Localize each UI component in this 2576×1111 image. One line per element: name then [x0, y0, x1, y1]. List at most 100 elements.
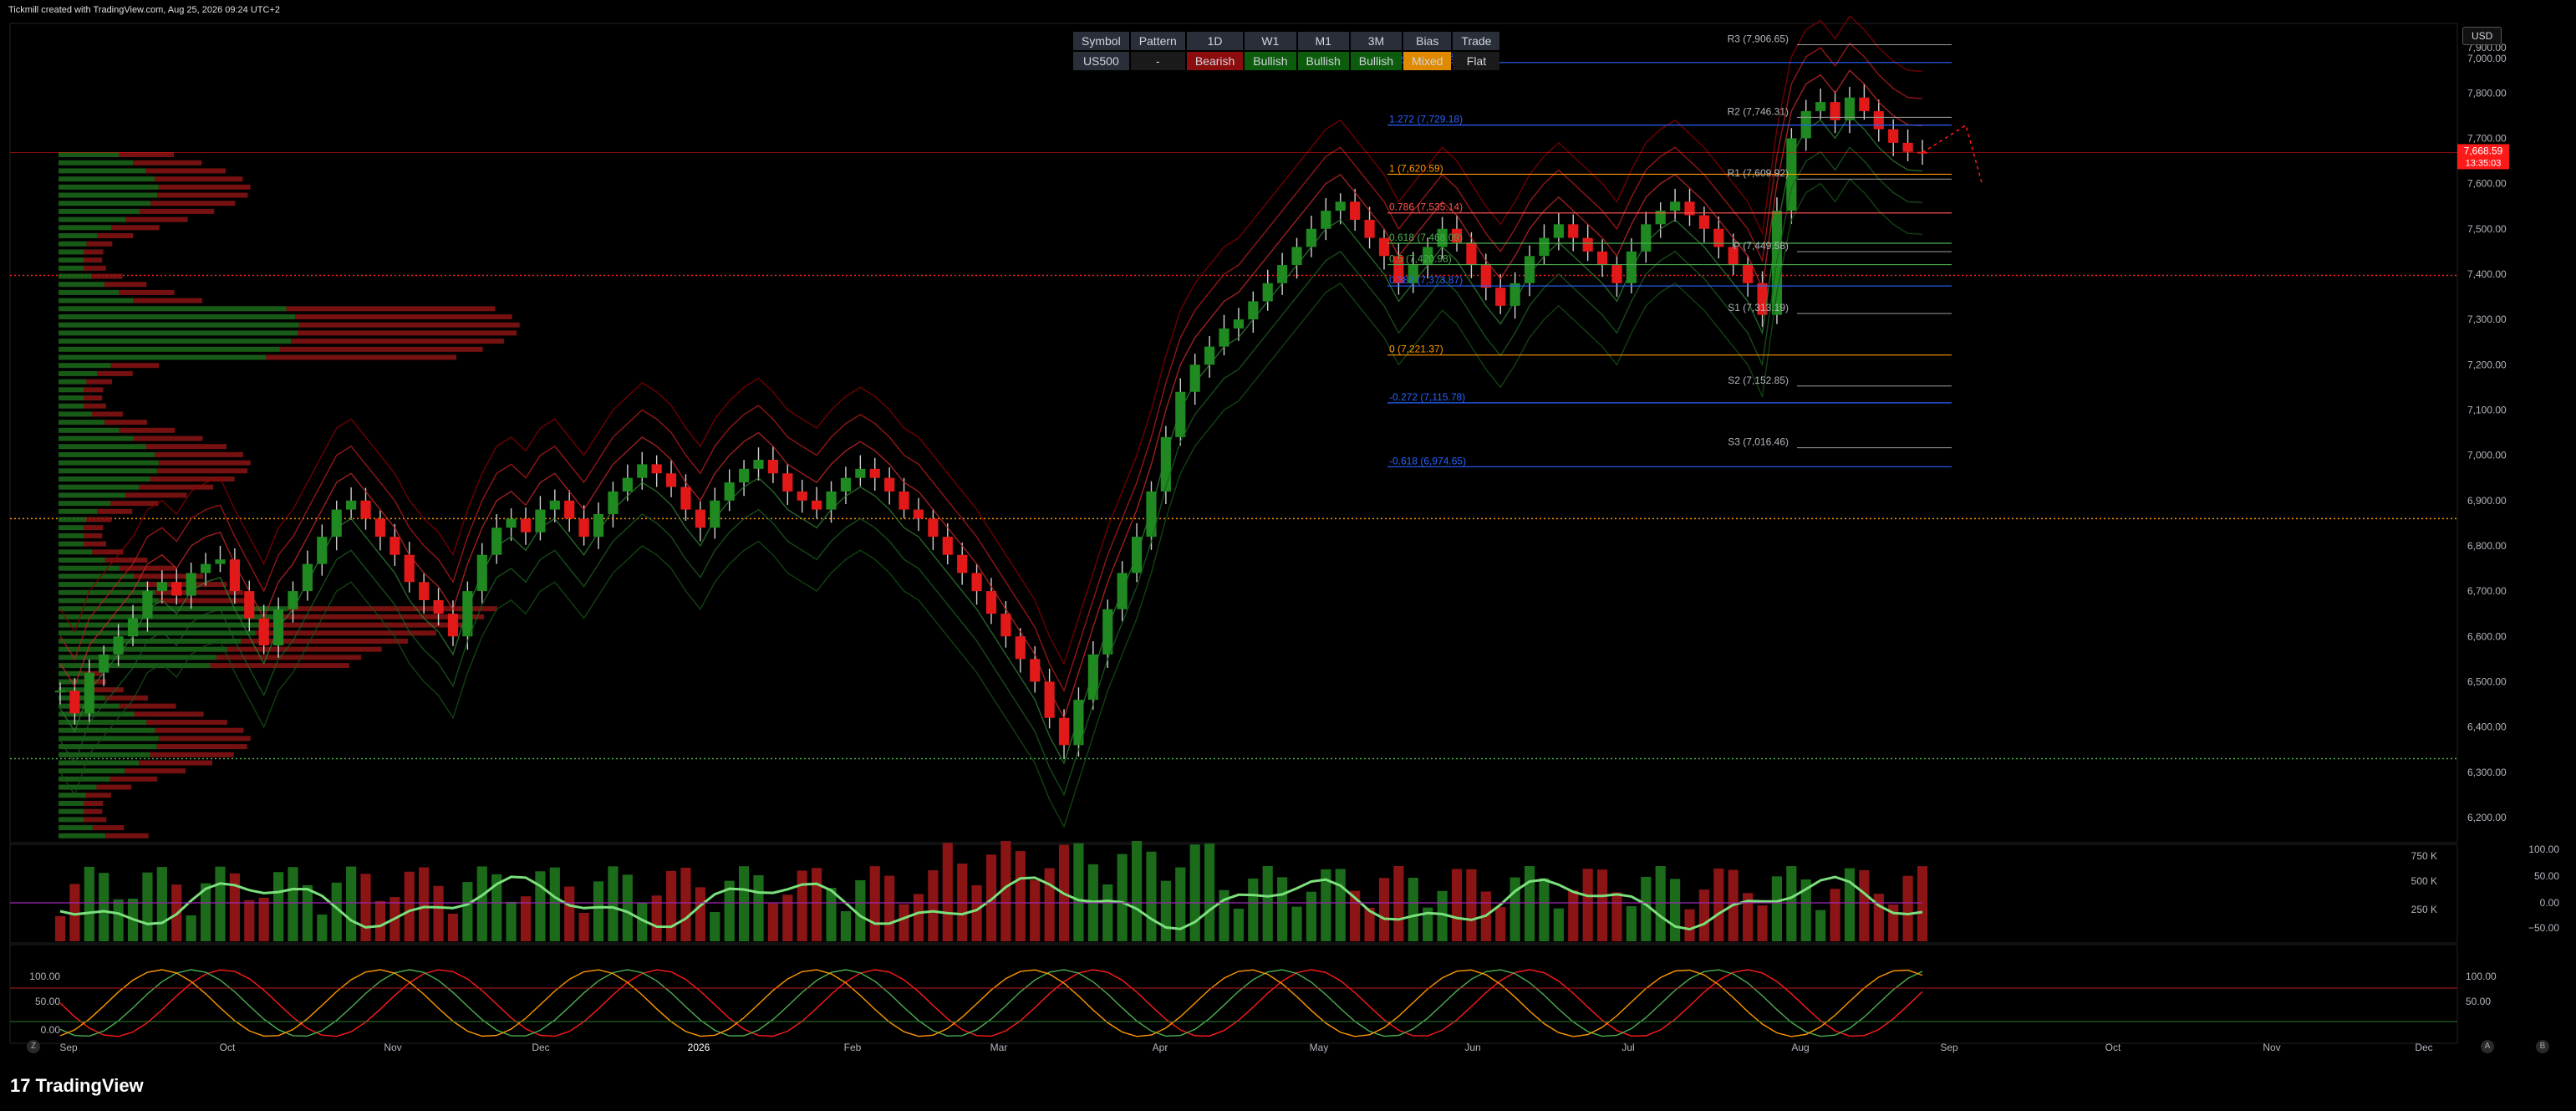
volume-bar-113 — [1698, 889, 1709, 941]
vp-bear-27 — [97, 370, 133, 376]
fib-label-9: -0.618 (6,974.65) — [1389, 455, 1466, 466]
vp-bear-31 — [84, 403, 106, 409]
volume-bar-2 — [84, 866, 94, 941]
pivot-label-1: R2 (7,746.31) — [1728, 105, 1789, 117]
vp-bear-14 — [84, 265, 106, 271]
vp-bear-32 — [92, 411, 123, 417]
candle-8 — [171, 582, 182, 596]
candle-5 — [127, 618, 139, 637]
candle-13 — [244, 591, 255, 619]
signal-table-header: Symbol Pattern 1D W1 M1 3M Bias Trade — [1073, 32, 1500, 50]
candle-27 — [447, 614, 459, 637]
candle-50 — [782, 473, 793, 492]
volume-bar-27 — [447, 913, 459, 941]
volume-bar-91 — [1378, 878, 1390, 941]
volume-bar-101 — [1524, 866, 1535, 941]
fib-label-6: 0.382 (7,373.87) — [1389, 274, 1463, 286]
candle-40 — [637, 464, 648, 478]
vp-bull-74 — [59, 752, 150, 757]
candle-63 — [971, 573, 982, 592]
vp-bear-69 — [134, 711, 204, 717]
candle-105 — [1582, 237, 1593, 252]
candle-34 — [549, 500, 560, 510]
vp-bull-12 — [59, 249, 84, 255]
volume-bar-49 — [767, 903, 778, 941]
volume-bar-117 — [1757, 905, 1768, 941]
log-scale-button[interactable]: B — [2536, 1040, 2549, 1053]
volume-bar-63 — [971, 884, 982, 941]
header-attribution: Tickmill created with TradingView.com, A… — [8, 5, 280, 15]
volume-bar-102 — [1539, 878, 1550, 941]
vp-bull-8 — [59, 217, 126, 222]
vp-bull-48 — [59, 541, 84, 547]
vp-bear-36 — [145, 444, 227, 450]
vp-bear-12 — [84, 249, 104, 255]
volume-bar-110 — [1655, 866, 1666, 941]
volume-bar-106 — [1596, 869, 1608, 941]
fib-label-2: 1 (7,620.59) — [1389, 162, 1443, 174]
vp-bear-38 — [158, 460, 251, 466]
vp-bull-46 — [59, 525, 84, 531]
volume-bar-51 — [797, 870, 807, 941]
currency-button[interactable]: USD — [2462, 27, 2502, 45]
signal-header-2: 1D — [1186, 32, 1244, 50]
vp-bull-40 — [59, 477, 150, 482]
candle-47 — [739, 468, 750, 483]
auto-scale-button[interactable]: A — [2481, 1040, 2494, 1053]
candle-49 — [767, 460, 778, 474]
volume-bar-9 — [186, 915, 196, 941]
x-tick-13: Oct — [2105, 1042, 2121, 1053]
vp-bear-17 — [119, 289, 175, 295]
vp-bear-46 — [84, 525, 104, 531]
vp-bull-44 — [59, 508, 98, 514]
vp-bull-84 — [59, 833, 106, 838]
vp-bear-47 — [84, 533, 103, 538]
candle-121 — [1815, 102, 1826, 111]
price-chart[interactable]: 7,900.007,800.007,700.007,600.007,500.00… — [0, 0, 2576, 1111]
vp-bear-24 — [279, 346, 483, 352]
vp-bear-77 — [109, 776, 158, 782]
candle-44 — [695, 509, 705, 528]
vp-bull-10 — [59, 233, 98, 238]
volume-bar-88 — [1335, 869, 1346, 941]
timezone-button[interactable]: Z — [27, 1040, 40, 1053]
x-tick-5: Feb — [844, 1042, 862, 1053]
volume-bar-61 — [942, 843, 953, 941]
candle-69 — [1058, 717, 1070, 746]
vp-bull-33 — [59, 420, 105, 426]
volume-bar-111 — [1670, 879, 1681, 941]
signal-value-5: Bullish — [1350, 52, 1403, 70]
price-tick-17: 6,200.00 — [2467, 812, 2507, 823]
candle-48 — [753, 460, 764, 469]
candle-61 — [942, 537, 953, 555]
fib-label-8: -0.272 (7,115.78) — [1389, 391, 1465, 403]
volume-bar-97 — [1466, 869, 1477, 941]
volume-bar-100 — [1509, 877, 1520, 941]
vp-bull-39 — [59, 468, 157, 474]
volume-bar-83 — [1262, 866, 1273, 941]
vp-bear-9 — [111, 225, 160, 231]
candle-66 — [1015, 636, 1026, 660]
volume-bar-78 — [1189, 844, 1200, 941]
candle-68 — [1044, 681, 1055, 718]
vp-bull-29 — [59, 387, 84, 393]
vp-bull-35 — [59, 436, 134, 441]
candle-109 — [1641, 224, 1652, 252]
x-tick-11: Aug — [1791, 1042, 1809, 1053]
volume-bar-16 — [288, 867, 298, 941]
candle-111 — [1670, 201, 1681, 211]
candle-113 — [1698, 215, 1709, 229]
candle-59 — [913, 509, 924, 519]
vp-bull-72 — [59, 736, 159, 742]
volume-bar-43 — [680, 867, 691, 941]
signal-table-values: US500- Bearish Bullish Bullish Bullish Mixed F… — [1073, 52, 1500, 70]
candle-64 — [985, 591, 997, 614]
vp-bull-34 — [59, 427, 120, 433]
volume-bar-123 — [1844, 868, 1856, 941]
vp-bull-31 — [59, 403, 84, 409]
volume-bar-58 — [899, 904, 909, 941]
candle-17 — [302, 563, 313, 592]
price-tick-13: 6,600.00 — [2467, 630, 2507, 642]
volume-tick-2: 250 K — [2411, 904, 2437, 915]
vp-bear-76 — [125, 768, 186, 774]
